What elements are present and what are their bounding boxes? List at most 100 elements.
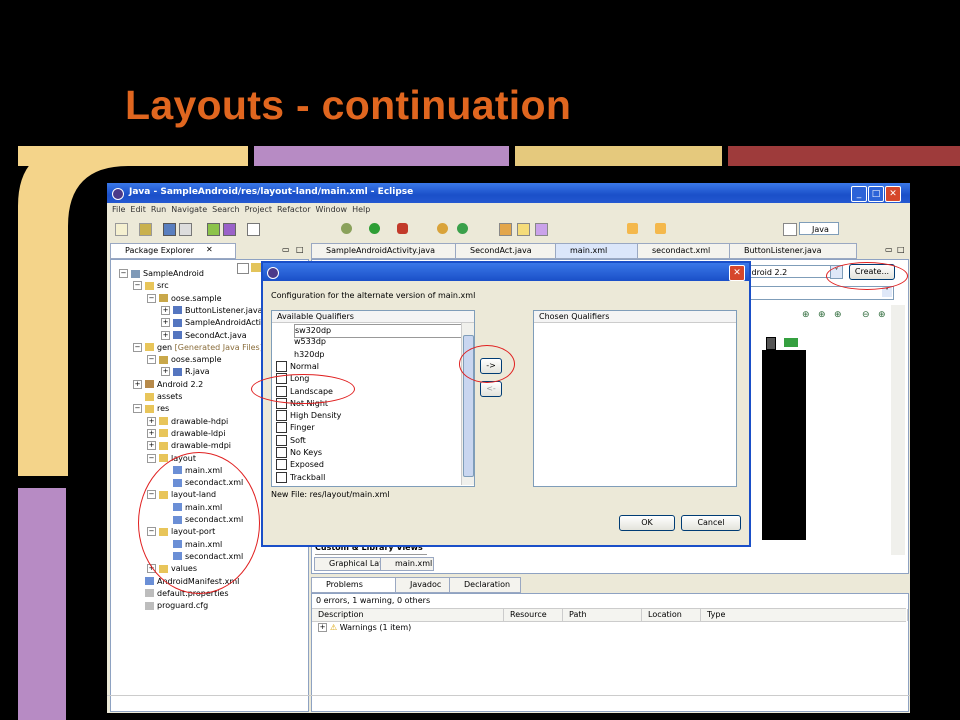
col-resource[interactable]: Resource	[504, 609, 563, 621]
menu-refactor[interactable]: Refactor	[277, 205, 311, 214]
forward-icon[interactable]	[655, 223, 666, 234]
editor-minimize-icon[interactable]: ▭	[885, 245, 893, 254]
perspective-java-button[interactable]: Java	[799, 222, 839, 235]
config-dropdown[interactable]: Android 2.2	[736, 265, 839, 278]
qualifier-item[interactable]: Soft	[276, 434, 306, 447]
collapse-icon[interactable]: −	[133, 342, 142, 352]
table-row[interactable]: + ⚠ Warnings (1 item)	[318, 623, 411, 632]
qualifier-item[interactable]: High Density	[276, 410, 341, 422]
menu-file[interactable]: File	[112, 205, 125, 214]
close-tab-icon[interactable]: ✕	[206, 245, 213, 254]
zoom-reset-icon[interactable]: ⊕	[878, 310, 886, 320]
qualifier-item[interactable]: w533dp	[294, 336, 326, 348]
expand-icon[interactable]: +	[161, 318, 170, 328]
tree-item[interactable]: − res	[133, 403, 169, 415]
menu-edit[interactable]: Edit	[130, 205, 146, 214]
zoom-out-icon[interactable]: ⊖	[862, 310, 870, 320]
editor-maximize-icon[interactable]: □	[897, 245, 905, 254]
android-sdk-icon[interactable]	[207, 223, 220, 236]
new-class-icon[interactable]	[437, 223, 448, 234]
menu-search[interactable]: Search	[212, 205, 239, 214]
tree-item[interactable]: − oose.sample	[147, 354, 222, 366]
expand-icon[interactable]: +	[161, 305, 170, 315]
close-icon[interactable]: ✕	[885, 186, 901, 202]
collapse-icon[interactable]: −	[147, 293, 156, 303]
tree-item[interactable]: + SecondAct.java	[161, 330, 247, 342]
tab-declaration[interactable]: Declaration	[449, 577, 521, 593]
collapse-all-icon[interactable]	[237, 263, 249, 274]
menu-window[interactable]: Window	[316, 205, 348, 214]
tab-javadoc[interactable]: Javadoc	[395, 577, 451, 593]
collapse-icon[interactable]: −	[133, 404, 142, 414]
tree-item[interactable]: proguard.cfg	[133, 600, 208, 612]
editor-tab[interactable]: ButtonListener.java	[729, 243, 857, 259]
col-type[interactable]: Type	[701, 609, 908, 621]
editor-tab[interactable]: secondact.xml	[637, 243, 741, 259]
dialog-close-icon[interactable]: ✕	[729, 265, 745, 281]
print-icon[interactable]	[179, 223, 192, 236]
cancel-button[interactable]: Cancel	[681, 515, 741, 531]
menu-run[interactable]: Run	[151, 205, 166, 214]
qualifier-item[interactable]: Normal	[276, 360, 319, 373]
tree-item[interactable]: assets	[133, 391, 182, 403]
remove-qualifier-button[interactable]: <-	[480, 381, 502, 397]
col-location[interactable]: Location	[642, 609, 701, 621]
zoom-in-icon[interactable]: ⊕	[818, 310, 826, 320]
open-perspective-icon[interactable]	[783, 223, 797, 236]
expand-icon[interactable]: +	[133, 379, 142, 389]
expand-icon[interactable]: +	[161, 367, 170, 377]
menu-project[interactable]: Project	[245, 205, 272, 214]
new-interface-icon[interactable]	[457, 223, 468, 234]
search-icon[interactable]	[517, 223, 530, 236]
view-maximize-icon[interactable]: □	[296, 245, 304, 254]
qualifier-item[interactable]: Exposed	[276, 459, 324, 471]
editor-tab[interactable]: SampleAndroidActivity.java	[311, 243, 467, 259]
tree-item[interactable]: + drawable-mdpi	[147, 440, 231, 452]
tab-problems[interactable]: Problems	[311, 577, 397, 593]
collapse-icon[interactable]: −	[147, 355, 156, 365]
maximize-icon[interactable]: □	[868, 186, 884, 202]
tree-item[interactable]: − oose.sample	[147, 293, 222, 305]
expand-icon[interactable]: +	[147, 428, 156, 438]
expand-icon[interactable]: +	[318, 623, 327, 632]
new-package-icon[interactable]	[139, 223, 152, 236]
run-icon[interactable]	[369, 223, 380, 234]
debug-icon[interactable]	[341, 223, 352, 234]
tab-main-xml-source[interactable]: main.xml	[380, 557, 434, 571]
tree-item[interactable]: − gen [Generated Java Files]	[133, 342, 263, 354]
qualifier-item[interactable]: Trackball	[276, 471, 325, 484]
back-icon[interactable]	[627, 223, 638, 234]
export-icon[interactable]	[247, 223, 260, 236]
tree-item[interactable]: + ButtonListener.java	[161, 305, 263, 317]
qualifier-item[interactable]: No Keys	[276, 447, 322, 459]
editor-tab[interactable]: main.xml	[555, 243, 649, 259]
menu-help[interactable]: Help	[352, 205, 370, 214]
expand-icon[interactable]: +	[147, 416, 156, 426]
collapse-icon[interactable]: −	[147, 453, 156, 463]
external-tools-icon[interactable]	[397, 223, 408, 234]
tree-item[interactable]: − src	[133, 280, 169, 292]
menu-navigate[interactable]: Navigate	[171, 205, 207, 214]
qualifier-item[interactable]: h320dp	[294, 349, 325, 361]
new-icon[interactable]	[115, 223, 128, 236]
android-avd-icon[interactable]	[223, 223, 236, 236]
expand-icon[interactable]: +	[161, 330, 170, 340]
tree-item[interactable]: + Android 2.2	[133, 379, 203, 391]
ok-button[interactable]: OK	[619, 515, 675, 531]
save-icon[interactable]	[163, 223, 176, 236]
chosen-qualifiers-list[interactable]: Chosen Qualifiers	[533, 310, 737, 487]
qualifier-item[interactable]: Finger	[276, 422, 315, 434]
tab-package-explorer[interactable]: Package Explorer	[110, 243, 236, 259]
view-minimize-icon[interactable]: ▭	[282, 245, 290, 254]
collapse-icon[interactable]: −	[119, 269, 128, 278]
open-type-icon[interactable]	[499, 223, 512, 236]
tree-item[interactable]: + R.java	[161, 366, 210, 378]
link-editor-icon[interactable]	[251, 263, 261, 272]
minimize-icon[interactable]: _	[851, 186, 867, 202]
tree-item[interactable]: − SampleAndroid	[119, 268, 204, 280]
annotation-icon[interactable]	[535, 223, 548, 236]
col-path[interactable]: Path	[563, 609, 642, 621]
tree-item[interactable]: + drawable-hdpi	[147, 416, 228, 428]
scrollbar-vertical[interactable]	[891, 305, 905, 555]
editor-tab[interactable]: SecondAct.java	[455, 243, 567, 259]
